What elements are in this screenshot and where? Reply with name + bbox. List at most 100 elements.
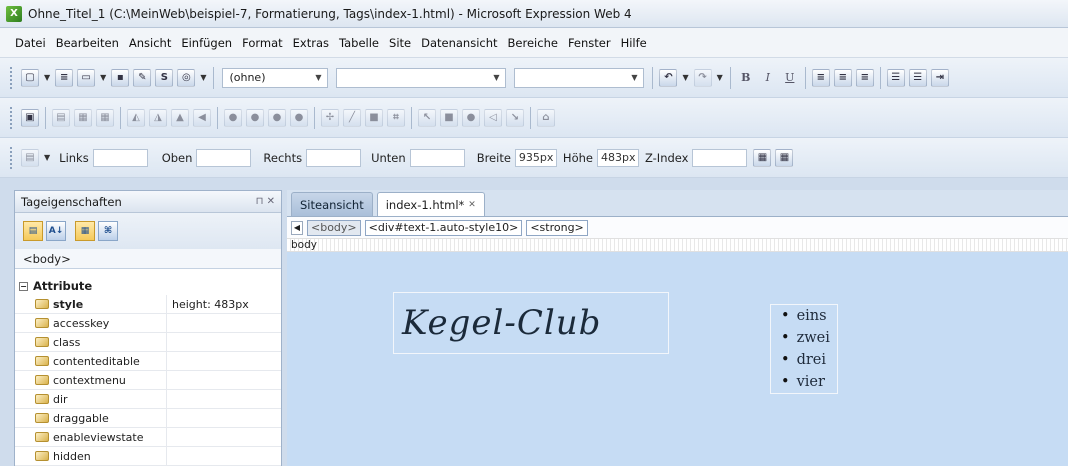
zindex-field[interactable]: [692, 148, 748, 167]
height-field[interactable]: 483px: [596, 148, 639, 167]
bold-button[interactable]: B: [737, 69, 755, 87]
attribute-section-header[interactable]: − Attribute: [15, 277, 281, 295]
more-contrast-icon[interactable]: ●: [224, 108, 242, 127]
new-document-icon[interactable]: ≡: [55, 68, 74, 87]
attribute-row-accesskey[interactable]: accesskey: [15, 314, 281, 333]
menu-fenster[interactable]: Fenster: [563, 36, 616, 50]
attribute-row-class[interactable]: class: [15, 333, 281, 352]
list-item[interactable]: eins: [781, 305, 837, 327]
insert-picture-icon[interactable]: ▣: [21, 108, 39, 127]
attribute-row-contextmenu[interactable]: contextmenu: [15, 371, 281, 390]
right-field[interactable]: [306, 148, 362, 167]
line-icon[interactable]: ╱: [343, 108, 361, 127]
alphabetical-sort-icon[interactable]: A↓: [46, 221, 66, 241]
less-contrast-icon[interactable]: ●: [246, 108, 264, 127]
attribute-value[interactable]: [167, 314, 281, 332]
bring-to-front-icon[interactable]: ▦: [753, 148, 772, 167]
rotate-right-icon[interactable]: ◮: [149, 108, 167, 127]
breadcrumb-tag-div[interactable]: <div#text-1.auto-style10>: [364, 219, 523, 236]
save-icon[interactable]: ▪: [111, 68, 130, 87]
menu-bereiche[interactable]: Bereiche: [503, 36, 563, 50]
italic-button[interactable]: I: [759, 69, 777, 87]
top-field[interactable]: [196, 148, 252, 167]
position-absolute-icon[interactable]: ▤: [21, 148, 39, 167]
breadcrumb-tag-strong[interactable]: <strong>: [526, 219, 588, 236]
open-dropdown-arrow-icon[interactable]: ▼: [100, 73, 106, 82]
bring-forward-icon[interactable]: ▦: [74, 108, 92, 127]
toolbar-grip[interactable]: [10, 146, 13, 169]
highlight-hotspots-icon[interactable]: ↘: [506, 108, 524, 127]
new-page-icon[interactable]: ▢: [21, 68, 39, 87]
align-left-icon[interactable]: ≡: [811, 68, 830, 87]
categorized-view-icon[interactable]: ▤: [23, 221, 43, 241]
breadcrumb-tag-body[interactable]: <body>: [307, 219, 361, 236]
numbered-list-icon[interactable]: ☰: [886, 68, 905, 87]
rotate-left-icon[interactable]: ◭: [127, 108, 145, 127]
preview-dropdown-arrow-icon[interactable]: ▼: [200, 73, 206, 82]
heading-div[interactable]: Kegel-Club: [393, 292, 669, 354]
attribute-row-contenteditable[interactable]: contenteditable: [15, 352, 281, 371]
bottom-field[interactable]: [409, 148, 465, 167]
menu-extras[interactable]: Extras: [288, 36, 334, 50]
polygon-hotspot-icon[interactable]: ◁: [484, 108, 502, 127]
open-folder-icon[interactable]: ▭: [77, 68, 96, 87]
page-heading[interactable]: Kegel-Club: [402, 303, 601, 343]
attribute-value[interactable]: [167, 333, 281, 351]
tab-siteansicht[interactable]: Siteansicht: [291, 192, 373, 216]
menu-format[interactable]: Format: [237, 36, 288, 50]
attribute-value[interactable]: [167, 447, 281, 465]
restore-icon[interactable]: ⌂: [537, 108, 555, 127]
menu-hilfe[interactable]: Hilfe: [616, 36, 652, 50]
sharepoint-icon[interactable]: S: [155, 68, 174, 87]
attribute-row-dir[interactable]: dir: [15, 390, 281, 409]
attribute-value[interactable]: [167, 352, 281, 370]
menu-datei[interactable]: Datei: [10, 36, 51, 50]
send-to-back-icon[interactable]: ▦: [775, 148, 794, 167]
font-size-combobox[interactable]: ▼: [514, 67, 645, 88]
attribute-row-style[interactable]: style height: 483px: [15, 295, 281, 314]
menu-bearbeiten[interactable]: Bearbeiten: [51, 36, 124, 50]
attribute-value[interactable]: [167, 409, 281, 427]
bullet-list-div[interactable]: eins zwei drei vier: [770, 304, 838, 394]
crop-icon[interactable]: ✢: [321, 108, 339, 127]
attribute-row-hidden[interactable]: hidden: [15, 447, 281, 466]
toolbar-grip[interactable]: [10, 106, 13, 129]
list-item[interactable]: drei: [781, 349, 837, 371]
close-tab-icon[interactable]: ✕: [468, 200, 476, 210]
new-dropdown-arrow-icon[interactable]: ▼: [44, 73, 50, 82]
attribute-row-draggable[interactable]: draggable: [15, 409, 281, 428]
list-item[interactable]: zwei: [781, 327, 837, 349]
undo-dropdown-arrow-icon[interactable]: ▼: [682, 73, 688, 82]
align-center-icon[interactable]: ≡: [833, 68, 852, 87]
preview-browser-icon[interactable]: ◎: [177, 68, 196, 87]
indent-icon[interactable]: ⇥: [930, 68, 949, 87]
tag-properties-icon[interactable]: ⌘: [98, 221, 118, 241]
bevel-icon[interactable]: ⌗: [387, 108, 405, 127]
style-combobox[interactable]: (ohne) ▼: [222, 67, 329, 88]
show-set-properties-icon[interactable]: ▦: [75, 221, 95, 241]
circle-hotspot-icon[interactable]: ●: [462, 108, 480, 127]
attribute-value[interactable]: height: 483px: [167, 295, 281, 313]
select-pointer-icon[interactable]: ↖: [418, 108, 436, 127]
menu-tabelle[interactable]: Tabelle: [334, 36, 384, 50]
attribute-row-enableviewstate[interactable]: enableviewstate: [15, 428, 281, 447]
panel-pin-close-icon[interactable]: ⊓ ✕: [256, 196, 275, 207]
rectangle-hotspot-icon[interactable]: ■: [440, 108, 458, 127]
bullet-list-icon[interactable]: ☰: [908, 68, 927, 87]
align-right-icon[interactable]: ≡: [855, 68, 874, 87]
menu-ansicht[interactable]: Ansicht: [124, 36, 176, 50]
send-backward-icon[interactable]: ▦: [96, 108, 114, 127]
position-dropdown-arrow-icon[interactable]: ▼: [44, 153, 50, 162]
color-icon[interactable]: ■: [365, 108, 383, 127]
left-field[interactable]: [92, 148, 148, 167]
more-brightness-icon[interactable]: ●: [268, 108, 286, 127]
less-brightness-icon[interactable]: ●: [290, 108, 308, 127]
chevron-left-icon[interactable]: ◀: [291, 220, 303, 235]
menu-site[interactable]: Site: [384, 36, 416, 50]
underline-button[interactable]: U: [781, 69, 799, 87]
undo-icon[interactable]: ↶: [659, 68, 678, 87]
design-canvas[interactable]: Kegel-Club eins zwei drei vier: [287, 252, 1068, 466]
list-item[interactable]: vier: [781, 371, 837, 393]
attribute-value[interactable]: [167, 371, 281, 389]
font-family-combobox[interactable]: ▼: [336, 67, 507, 88]
